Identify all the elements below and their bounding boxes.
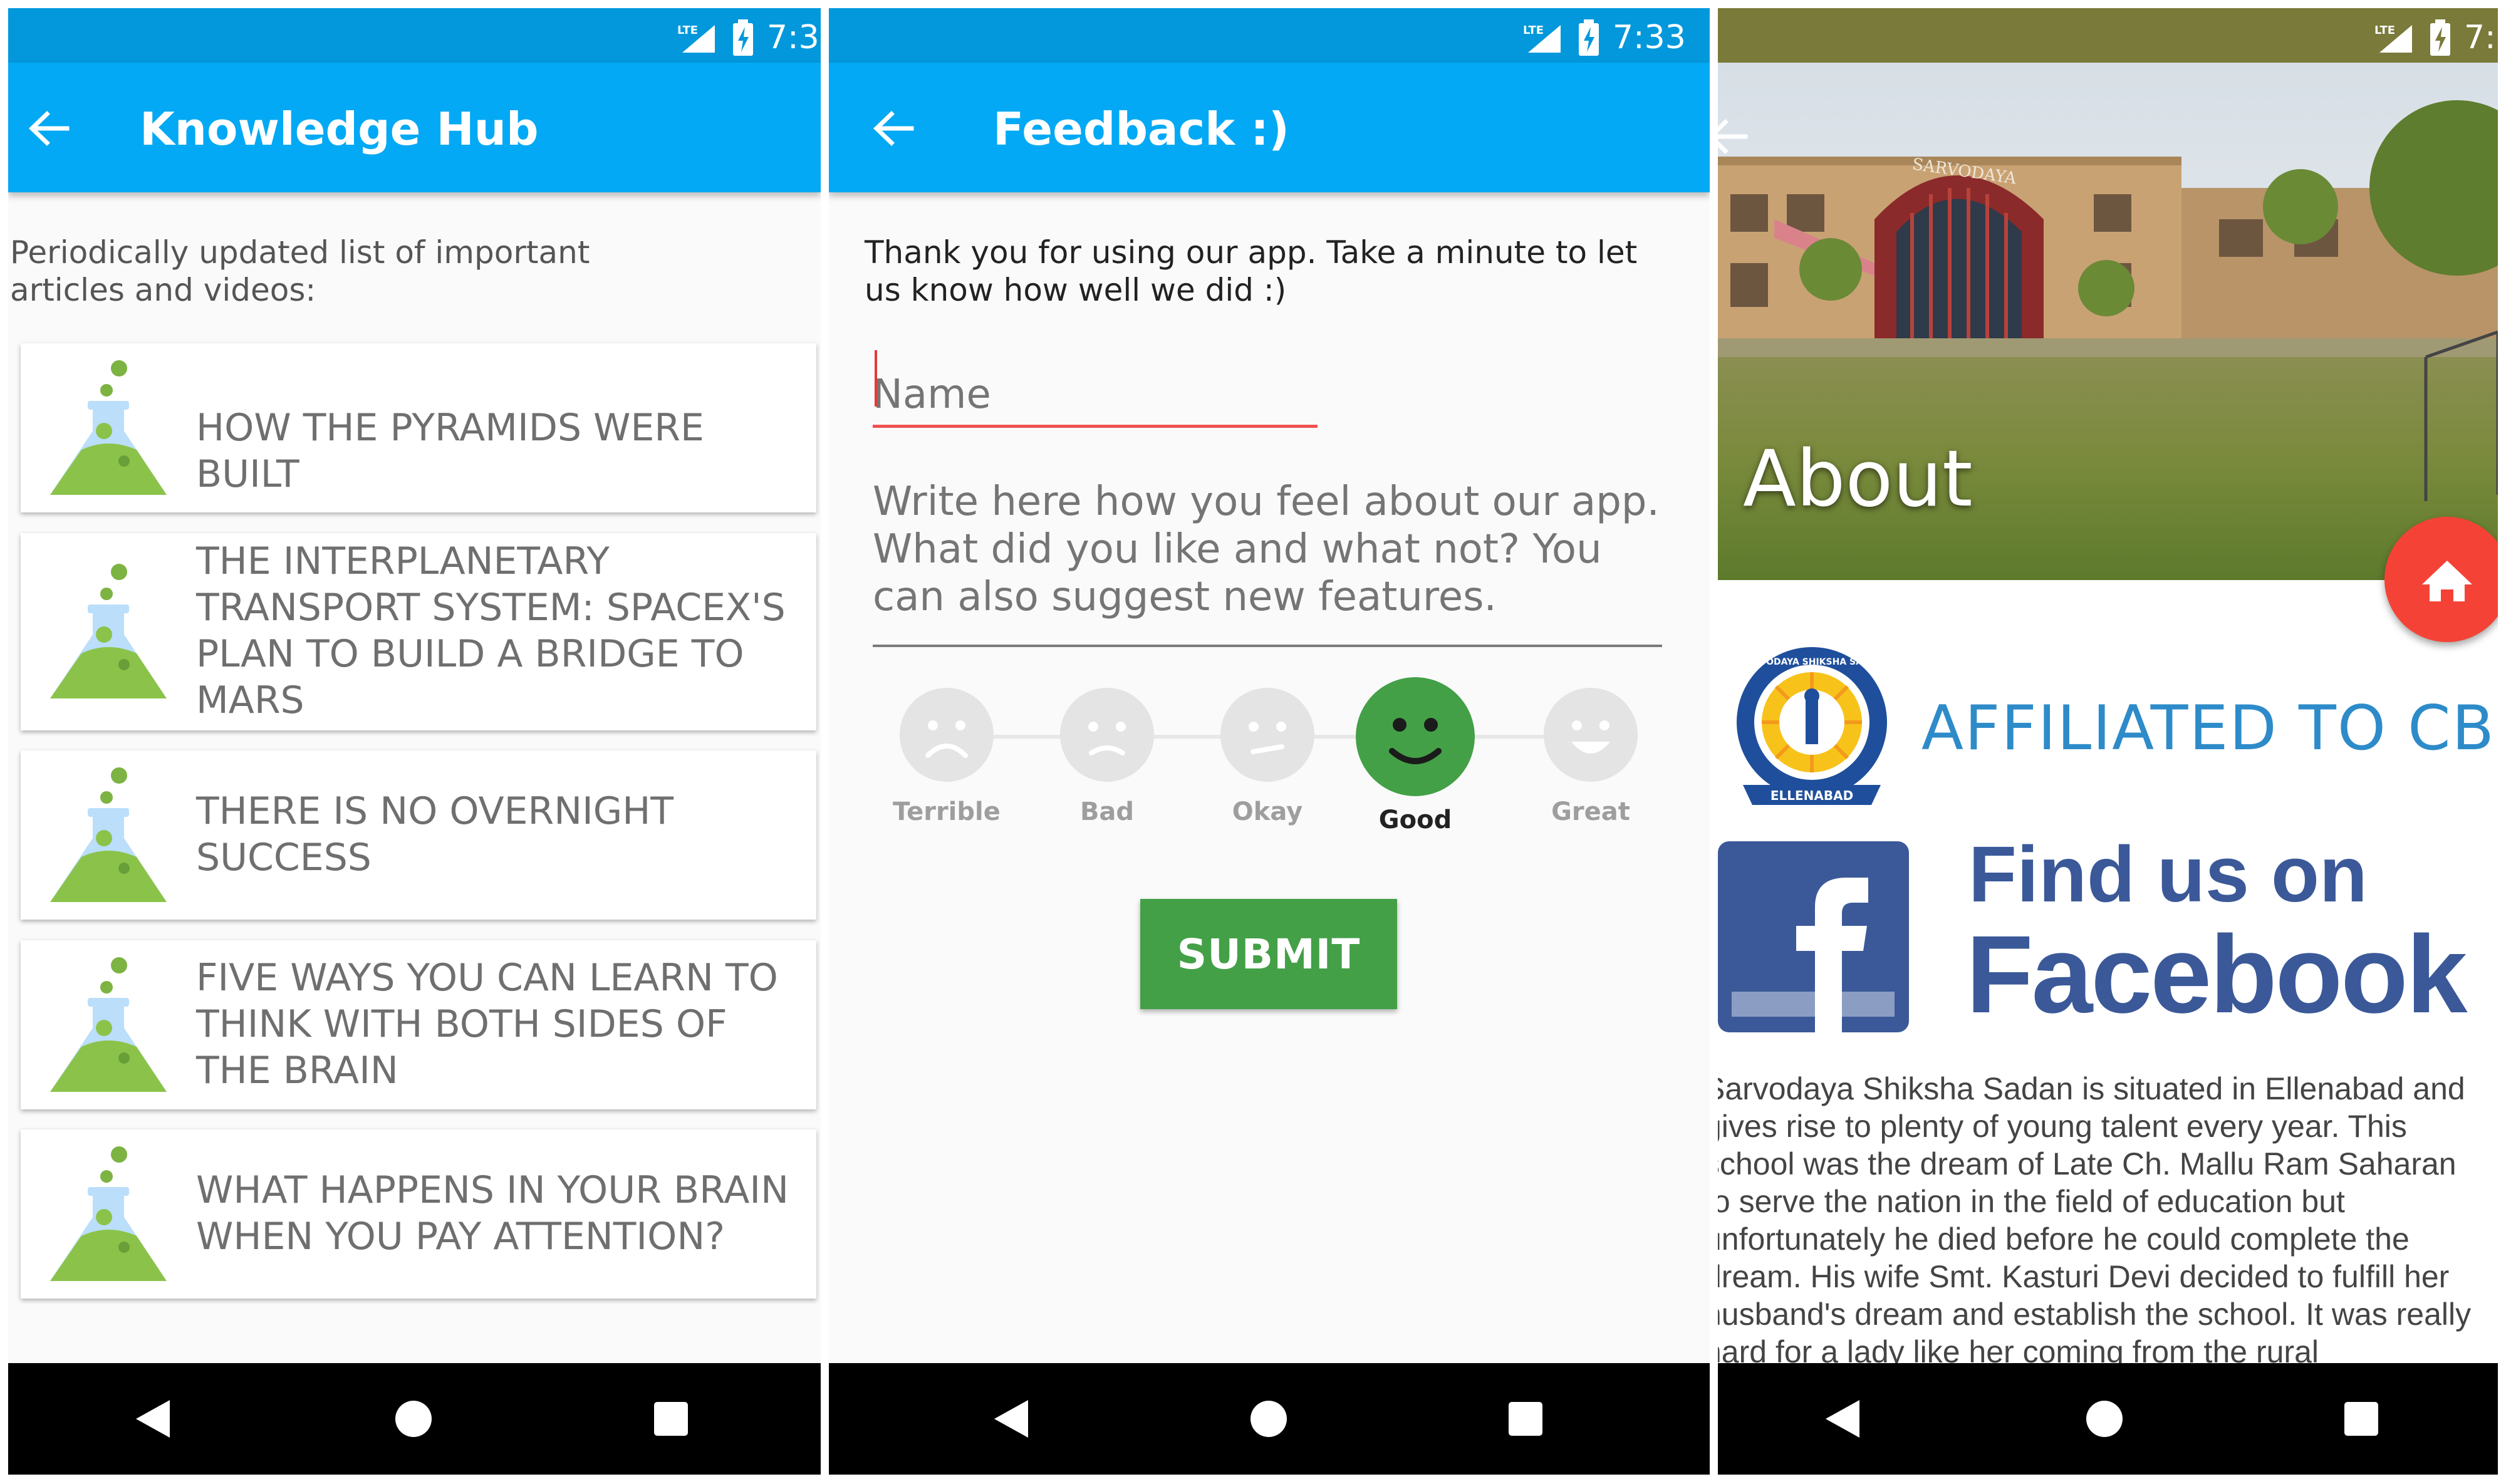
nav-back-icon[interactable] <box>1826 1400 1859 1438</box>
status-bar: LTE 7:33 <box>8 8 821 63</box>
text-cursor <box>875 350 877 407</box>
home-fab[interactable] <box>2384 517 2498 642</box>
rating-okay[interactable]: Okay <box>1192 688 1343 826</box>
feedback-screen: LTE 7:33 Feedback :) Thank you for using… <box>829 8 1710 1475</box>
lte-signal-icon: LTE <box>677 24 715 53</box>
rating-bad[interactable]: Bad <box>1032 688 1182 826</box>
article-title: THERE IS NO OVERNIGHT SUCCESS <box>196 789 674 880</box>
rating-label: Bad <box>1079 797 1135 826</box>
battery-charging-icon <box>733 19 753 56</box>
status-time: 7:33 <box>2464 19 2498 56</box>
nav-back-icon[interactable] <box>136 1400 170 1438</box>
article-title: THE INTERPLANETARY TRANSPORT SYSTEM: SPA… <box>196 539 786 722</box>
lte-label: LTE <box>677 24 698 37</box>
knowledge-hub-screen: LTE 7:33 Knowledge Hub Periodically upda… <box>8 8 821 1475</box>
good-face-icon <box>1356 677 1475 796</box>
rating-terrible[interactable]: Terrible <box>871 688 1022 826</box>
nav-recents-icon[interactable] <box>1509 1402 1542 1436</box>
facebook-name-text[interactable]: Facebook <box>1966 920 2468 1030</box>
battery-charging-icon <box>1579 19 1599 56</box>
name-input[interactable] <box>873 346 1318 428</box>
flask-icon <box>43 559 174 703</box>
status-time: 7:33 <box>767 19 821 56</box>
about-screen: LTE 7:33 SARVODAYA <box>1718 8 2498 1475</box>
home-icon <box>2422 561 2472 601</box>
affiliation-text: AFFILIATED TO CBSE <box>1921 693 2498 764</box>
nav-home-icon[interactable] <box>2086 1401 2123 1437</box>
article-title: FIVE WAYS YOU CAN LEARN TO THINK WITH BO… <box>196 956 778 1092</box>
nav-bar <box>8 1363 821 1475</box>
rating-label: Great <box>1551 797 1630 826</box>
page-title: About <box>1743 434 1973 524</box>
lte-label: LTE <box>2374 24 2395 37</box>
article-card[interactable]: FIVE WAYS YOU CAN LEARN TO THINK WITH BO… <box>21 940 816 1109</box>
okay-face-icon <box>1220 688 1314 782</box>
logo-name: SARVODAYA SHIKSHA SADAN <box>1740 657 1884 667</box>
flask-icon <box>43 356 174 500</box>
flask-icon <box>43 953 174 1097</box>
bad-face-icon <box>1060 688 1154 782</box>
article-title: WHAT HAPPENS IN YOUR BRAIN WHEN YOU PAY … <box>196 1168 789 1258</box>
feedback-intro: Thank you for using our app. Take a minu… <box>865 234 1638 308</box>
rating-great[interactable]: Great <box>1516 688 1666 826</box>
lte-signal-icon: LTE <box>2374 24 2412 53</box>
rating-good-selected[interactable]: Good <box>1340 677 1490 834</box>
great-face-icon <box>1544 688 1638 782</box>
flask-icon <box>43 763 174 907</box>
nav-recents-icon[interactable] <box>2344 1402 2378 1436</box>
nav-recents-icon[interactable] <box>654 1402 688 1436</box>
feedback-message-input[interactable] <box>873 478 1662 647</box>
page-title: Feedback :) <box>993 103 1289 155</box>
nav-back-icon[interactable] <box>994 1400 1028 1438</box>
back-arrow-icon[interactable] <box>27 106 71 150</box>
status-bar: LTE 7:33 <box>829 8 1710 63</box>
nav-bar <box>829 1363 1710 1475</box>
back-arrow-icon[interactable] <box>1718 115 1749 158</box>
nav-home-icon[interactable] <box>1250 1401 1287 1437</box>
submit-button[interactable]: SUBMIT <box>1140 899 1397 1009</box>
rating-label: Terrible <box>893 797 1001 826</box>
status-time: 7:33 <box>1613 19 1686 56</box>
lte-label: LTE <box>1523 24 1544 37</box>
back-arrow-icon[interactable] <box>871 106 915 150</box>
battery-charging-icon <box>2430 19 2450 56</box>
intro-text: Periodically updated list of important a… <box>10 234 590 308</box>
about-description: Sarvodaya Shiksha Sadan is situated in E… <box>1718 1071 2472 1369</box>
page-title: Knowledge Hub <box>140 103 539 155</box>
school-logo: SARVODAYA SHIKSHA SADAN ELLENABAD <box>1737 647 1887 805</box>
article-card[interactable]: HOW THE PYRAMIDS WERE BUILT <box>21 343 816 512</box>
facebook-icon[interactable] <box>1718 841 1909 1032</box>
article-card[interactable]: THERE IS NO OVERNIGHT SUCCESS <box>21 750 816 920</box>
lte-signal-icon: LTE <box>1523 24 1561 53</box>
logo-place: ELLENABAD <box>1770 788 1853 803</box>
rating-label: Okay <box>1232 797 1303 826</box>
status-bar: LTE 7:33 <box>1718 8 2498 63</box>
flask-icon <box>43 1142 174 1286</box>
nav-home-icon[interactable] <box>395 1401 432 1437</box>
app-bar: Feedback :) <box>829 63 1710 192</box>
article-card[interactable]: THE INTERPLANETARY TRANSPORT SYSTEM: SPA… <box>21 533 816 730</box>
rating-label: Good <box>1378 806 1452 834</box>
article-title: HOW THE PYRAMIDS WERE BUILT <box>196 406 704 496</box>
nav-bar <box>1718 1363 2498 1475</box>
article-card[interactable]: WHAT HAPPENS IN YOUR BRAIN WHEN YOU PAY … <box>21 1129 816 1299</box>
app-bar: Knowledge Hub <box>8 63 821 192</box>
terrible-face-icon <box>900 688 994 782</box>
facebook-find-text[interactable]: Find us on <box>1968 835 2368 914</box>
